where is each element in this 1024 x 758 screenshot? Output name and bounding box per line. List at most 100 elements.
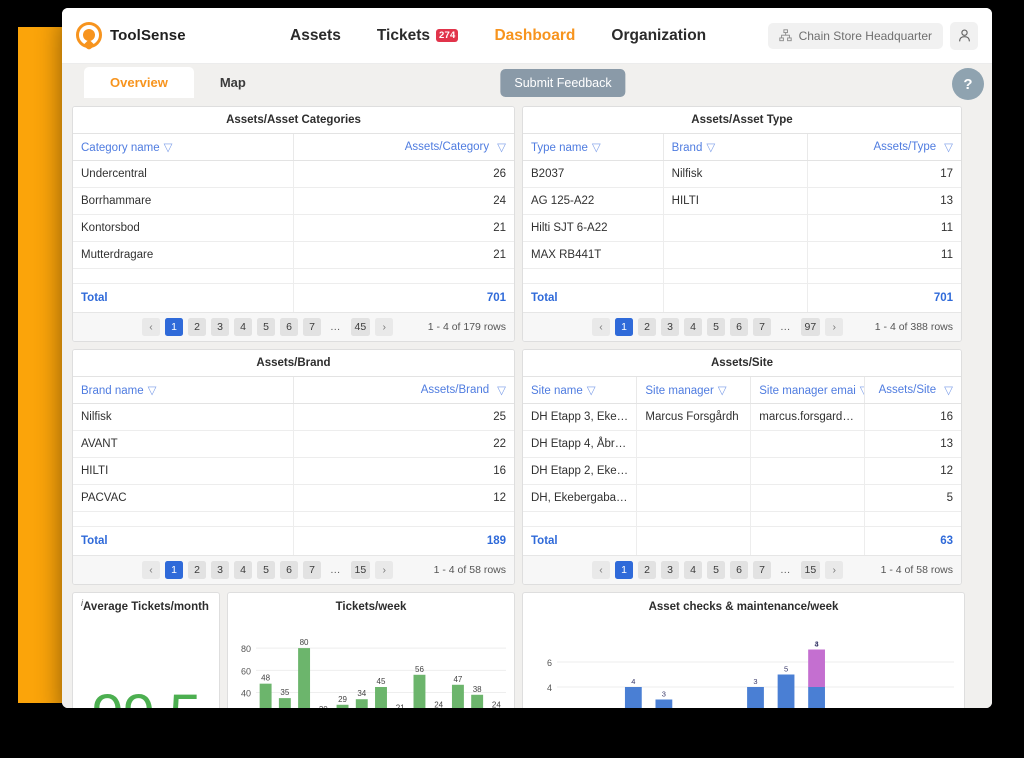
page-6[interactable]: 6	[730, 561, 748, 579]
user-avatar-icon[interactable]	[950, 21, 978, 50]
page-1[interactable]: 1	[615, 561, 633, 579]
page-1[interactable]: 1	[165, 561, 183, 579]
filter-icon[interactable]: ▽	[164, 142, 173, 154]
filter-icon[interactable]: ▽	[860, 385, 864, 397]
nav-item-tickets[interactable]: Tickets 274	[377, 27, 459, 45]
page-5[interactable]: 5	[707, 318, 725, 336]
organization-selector[interactable]: Chain Store Headquarter	[767, 22, 943, 49]
page-7[interactable]: 7	[753, 318, 771, 336]
page-1[interactable]: 1	[615, 318, 633, 336]
info-icon[interactable]: i	[81, 598, 83, 608]
tab-overview[interactable]: Overview	[84, 67, 194, 98]
page-2[interactable]: 2	[638, 561, 656, 579]
background-mask-notch	[0, 27, 18, 68]
table-row[interactable]: DH Etapp 4, Åbrovä… 13	[523, 430, 961, 458]
nav-item-organization[interactable]: Organization	[611, 27, 706, 45]
filter-icon[interactable]: ▽	[148, 385, 157, 397]
svg-text:5: 5	[784, 665, 788, 674]
page-2[interactable]: 2	[638, 318, 656, 336]
filter-icon[interactable]: ▽	[587, 385, 596, 397]
page-6[interactable]: 6	[730, 318, 748, 336]
filter-icon[interactable]: ▽	[592, 142, 601, 154]
page-next[interactable]: ›	[375, 561, 394, 579]
col-site-manager[interactable]: Site manager ▽	[636, 377, 752, 404]
page-prev[interactable]: ‹	[142, 318, 160, 336]
page-prev[interactable]: ‹	[592, 318, 610, 336]
page-4[interactable]: 4	[234, 318, 252, 336]
page-3[interactable]: 3	[211, 318, 229, 336]
table-row[interactable]: Nilfisk 25	[73, 403, 514, 431]
brand-logo[interactable]: ToolSense	[70, 21, 290, 51]
page-2[interactable]: 2	[188, 318, 206, 336]
page-prev[interactable]: ‹	[592, 561, 610, 579]
top-navigation-bar: ToolSense Assets Tickets 274 Dashboard O…	[62, 8, 992, 64]
col-assets-per-type[interactable]: Assets/Type ▽	[807, 134, 961, 161]
table-row[interactable]: Undercentral 26	[73, 160, 514, 188]
page-last[interactable]: 15	[800, 561, 821, 579]
page-6[interactable]: 6	[280, 561, 298, 579]
tab-map[interactable]: Map	[194, 67, 272, 98]
page-last[interactable]: 15	[350, 561, 371, 579]
col-brand[interactable]: Brand ▽	[663, 134, 809, 161]
col-assets-per-site[interactable]: Assets/Site ▽	[864, 377, 961, 404]
page-5[interactable]: 5	[257, 318, 275, 336]
filter-icon[interactable]: ▽	[718, 385, 727, 397]
table-row[interactable]: Hilti SJT 6-A22 11	[523, 214, 961, 242]
page-4[interactable]: 4	[684, 561, 702, 579]
page-3[interactable]: 3	[661, 561, 679, 579]
page-3[interactable]: 3	[211, 561, 229, 579]
col-assets-per-brand[interactable]: Assets/Brand ▽	[293, 377, 514, 404]
cell-type-name: MAX RB441T	[523, 241, 664, 269]
page-7[interactable]: 7	[303, 318, 321, 336]
page-5[interactable]: 5	[707, 561, 725, 579]
filter-icon[interactable]: ▽	[497, 383, 506, 397]
page-last[interactable]: 45	[350, 318, 371, 336]
table-row[interactable]: MAX RB441T 11	[523, 241, 961, 269]
table-row[interactable]: B2037 Nilfisk 17	[523, 160, 961, 188]
table-row[interactable]: Mutterdragare 21	[73, 241, 514, 269]
col-site-manager-email[interactable]: Site manager emai ▽	[750, 377, 866, 404]
col-category-name[interactable]: Category name ▽	[73, 134, 294, 161]
table-row[interactable]: PACVAC 12	[73, 484, 514, 512]
page-last[interactable]: 97	[800, 318, 821, 336]
page-5[interactable]: 5	[257, 561, 275, 579]
col-site-name[interactable]: Site name ▽	[523, 377, 638, 404]
plot-area-asset-checks: 64243353411	[523, 615, 964, 708]
page-prev[interactable]: ‹	[142, 561, 160, 579]
nav-item-assets[interactable]: Assets	[290, 27, 341, 45]
filter-icon[interactable]: ▽	[944, 383, 953, 397]
pagination-info: 1 - 4 of 388 rows	[874, 321, 953, 333]
page-1[interactable]: 1	[165, 318, 183, 336]
col-assets-per-category[interactable]: Assets/Category ▽	[293, 134, 514, 161]
page-next[interactable]: ›	[825, 318, 844, 336]
table-row[interactable]: DH, Ekebergabacke… 5	[523, 484, 961, 512]
help-button[interactable]: ?	[952, 68, 984, 100]
page-7[interactable]: 7	[303, 561, 321, 579]
col-brand-name[interactable]: Brand name ▽	[73, 377, 294, 404]
filter-icon[interactable]: ▽	[706, 142, 715, 154]
table-row[interactable]: HILTI 16	[73, 457, 514, 485]
cell-category-name: Undercentral	[73, 160, 294, 188]
page-next[interactable]: ›	[375, 318, 394, 336]
table-row[interactable]: AVANT 22	[73, 430, 514, 458]
filter-icon[interactable]: ▽	[497, 140, 506, 154]
table-row[interactable]: DH Etapp 2, Ekeber… 12	[523, 457, 961, 485]
page-2[interactable]: 2	[188, 561, 206, 579]
page-next[interactable]: ›	[825, 561, 844, 579]
submit-feedback-button[interactable]: Submit Feedback	[500, 69, 626, 97]
page-7[interactable]: 7	[753, 561, 771, 579]
page-6[interactable]: 6	[280, 318, 298, 336]
table-row[interactable]: Kontorsbod 21	[73, 214, 514, 242]
asset-checks-svg: 64243353411	[547, 640, 954, 708]
table-row[interactable]: AG 125-A22 HILTI 13	[523, 187, 961, 215]
svg-text:4: 4	[631, 677, 635, 686]
col-label: Assets/Site	[878, 384, 937, 396]
table-row[interactable]: Borrhammare 24	[73, 187, 514, 215]
nav-item-dashboard[interactable]: Dashboard	[494, 27, 575, 45]
page-4[interactable]: 4	[684, 318, 702, 336]
page-4[interactable]: 4	[234, 561, 252, 579]
filter-icon[interactable]: ▽	[944, 140, 953, 154]
table-row[interactable]: DH Etapp 3, Ekeber… Marcus Forsgårdh marcu…	[523, 403, 961, 431]
col-type-name[interactable]: Type name ▽	[523, 134, 664, 161]
page-3[interactable]: 3	[661, 318, 679, 336]
